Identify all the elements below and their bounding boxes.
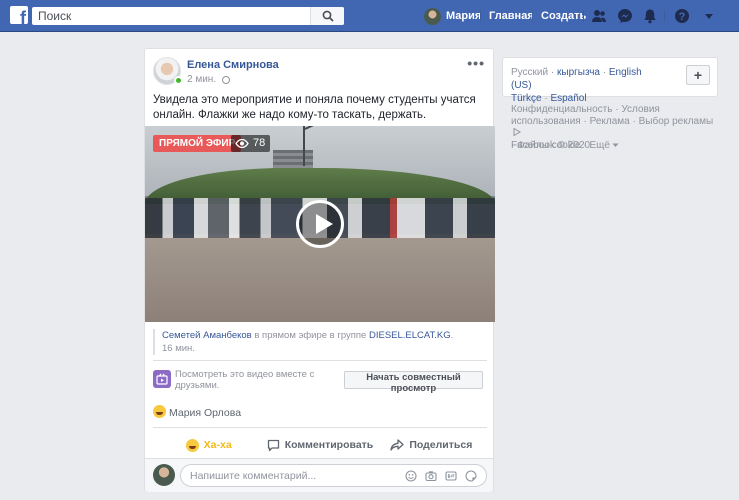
comment-input[interactable] xyxy=(180,464,487,487)
original-poster-link[interactable]: Семетей Аманбеков xyxy=(162,330,252,341)
search-box xyxy=(32,7,344,25)
nav-user-name: Мария xyxy=(446,10,482,22)
language-list: Русский · кыргызча · English (US) Türkçe… xyxy=(511,67,642,104)
haha-label: Ха-ха xyxy=(203,439,232,451)
ads-link[interactable]: Реклама xyxy=(590,116,630,127)
live-video-player[interactable]: ПРЯМОЙ ЭФИР 78 xyxy=(145,126,495,322)
watch-party-icon xyxy=(153,370,171,388)
video-frame-crane xyxy=(303,126,305,166)
start-watch-party-button[interactable]: Начать совместный просмотр xyxy=(344,371,483,394)
group-link[interactable]: DIESEL.ELCAT.KG xyxy=(369,330,451,341)
nav-divider xyxy=(532,10,533,22)
friend-requests-icon[interactable] xyxy=(591,8,607,24)
nav-divider xyxy=(480,10,481,22)
nav-profile-link[interactable]: Мария xyxy=(424,7,481,25)
feed-post: Елена Смирнова 2 мин. ••• Увидела это ме… xyxy=(144,48,495,492)
nav-create-link[interactable]: Создать xyxy=(541,10,586,22)
shared-middle-text: в прямом эфире в группе xyxy=(251,330,369,341)
play-button[interactable] xyxy=(296,200,344,248)
online-status-icon xyxy=(174,76,183,85)
search-input[interactable] xyxy=(32,7,312,25)
emoji-icon[interactable] xyxy=(405,470,417,482)
comment-composer xyxy=(145,458,493,492)
add-language-button[interactable]: + xyxy=(686,65,710,85)
shared-end-text: . xyxy=(450,330,454,341)
camera-icon[interactable] xyxy=(425,470,437,482)
eye-icon xyxy=(235,139,249,148)
top-navigation-bar: f Мария Главная Создать ? xyxy=(0,0,739,32)
comment-label: Комментировать xyxy=(284,439,374,451)
viewer-count-badge: 78 xyxy=(231,135,271,152)
more-link[interactable]: Ещё xyxy=(589,140,609,151)
account-menu-chevron-down-icon[interactable] xyxy=(701,8,717,24)
search-button[interactable] xyxy=(310,7,344,25)
share-label: Поделиться xyxy=(409,439,473,451)
reaction-user-name[interactable]: Мария Орлова xyxy=(169,407,241,419)
comment-icon xyxy=(267,439,279,451)
share-button[interactable]: Поделиться xyxy=(376,435,487,455)
watch-together-text: Посмотреть это видео вместе с друзьями. xyxy=(175,369,315,391)
avatar xyxy=(153,464,175,486)
haha-icon xyxy=(185,438,199,452)
copyright: Facebook © 2020 xyxy=(511,140,591,151)
svg-text:?: ? xyxy=(679,11,686,23)
avatar xyxy=(424,7,441,25)
comment-button[interactable]: Комментировать xyxy=(264,435,375,455)
post-meta: 2 мин. xyxy=(187,74,231,85)
nav-divider xyxy=(664,10,665,22)
haha-reaction-button[interactable]: Ха-ха xyxy=(153,435,264,455)
post-author-name[interactable]: Елена Смирнова xyxy=(187,59,279,71)
post-options-more-icon[interactable]: ••• xyxy=(467,55,485,71)
language-option[interactable]: Español xyxy=(550,93,586,104)
notifications-bell-icon[interactable] xyxy=(642,8,658,24)
author-avatar[interactable] xyxy=(153,57,183,85)
gif-icon[interactable] xyxy=(445,470,457,482)
divider xyxy=(153,427,487,428)
language-selector-box: Русский · кыргызча · English (US) Türkçe… xyxy=(502,57,718,104)
shared-from-info: Семетей Аманбеков в прямом эфире в групп… xyxy=(153,329,487,355)
facebook-logo-icon[interactable]: f xyxy=(10,6,28,24)
language-option[interactable]: Türkçe xyxy=(511,93,542,104)
ad-choices-link[interactable]: Выбор рекламы xyxy=(639,116,714,127)
nav-divider xyxy=(583,10,584,22)
chevron-down-icon xyxy=(612,143,619,147)
language-option[interactable]: кыргызча xyxy=(557,67,600,78)
post-text: Увидела это мероприятие и поняла почему … xyxy=(153,94,476,121)
divider xyxy=(153,360,487,361)
ad-choices-icon xyxy=(513,127,521,137)
live-badge: ПРЯМОЙ ЭФИР xyxy=(153,135,242,152)
haha-reaction-icon[interactable] xyxy=(153,405,166,418)
language-option-current: Русский xyxy=(511,67,549,78)
nav-home-link[interactable]: Главная xyxy=(489,10,534,22)
play-icon xyxy=(316,214,333,234)
privacy-link[interactable]: Конфиденциальность xyxy=(511,104,612,115)
help-icon[interactable]: ? xyxy=(674,8,690,24)
sticker-icon[interactable] xyxy=(465,470,477,482)
post-timestamp[interactable]: 2 мин. xyxy=(187,74,216,85)
viewer-count: 78 xyxy=(253,137,266,149)
messenger-icon[interactable] xyxy=(617,8,633,24)
search-icon xyxy=(322,10,334,22)
shared-timestamp[interactable]: 16 мин. xyxy=(162,343,195,354)
share-arrow-icon xyxy=(390,439,404,451)
post-actions-bar: Ха-ха Комментировать Поделиться xyxy=(153,435,487,455)
public-globe-icon[interactable] xyxy=(222,75,231,84)
